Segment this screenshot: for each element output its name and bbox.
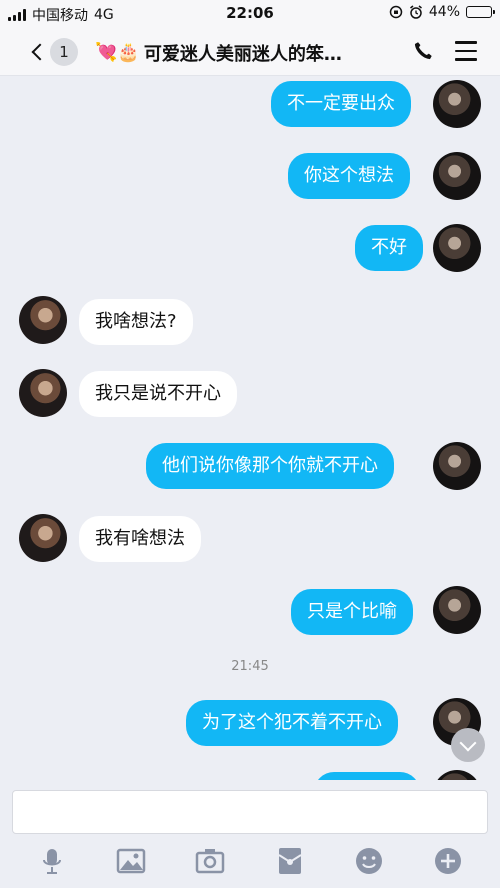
image-icon[interactable] bbox=[116, 846, 146, 876]
contact-avatar[interactable] bbox=[19, 514, 67, 562]
contact-avatar[interactable] bbox=[19, 369, 67, 417]
message-bubble-incoming[interactable]: 我啥想法? bbox=[79, 299, 193, 345]
my-avatar[interactable] bbox=[433, 770, 481, 780]
my-avatar[interactable] bbox=[433, 586, 481, 634]
unread-badge: 1 bbox=[50, 38, 78, 66]
message-bubble-outgoing[interactable]: 你这个想法 bbox=[288, 153, 410, 199]
input-toolbar bbox=[0, 846, 500, 876]
alarm-icon bbox=[409, 5, 422, 19]
phone-call-icon[interactable] bbox=[412, 40, 434, 62]
message-bubble-outgoing[interactable]: 不一定要出众 bbox=[271, 81, 411, 127]
message-bubble-outgoing[interactable]: 为了这个犯不着不开心 bbox=[186, 700, 398, 746]
back-button[interactable]: 1 bbox=[30, 38, 78, 66]
plus-icon[interactable] bbox=[433, 846, 463, 876]
composer bbox=[0, 780, 500, 888]
orientation-lock-icon bbox=[389, 5, 403, 19]
contact-avatar[interactable] bbox=[19, 296, 67, 344]
my-avatar[interactable] bbox=[433, 224, 481, 272]
message-timestamp: 21:45 bbox=[231, 659, 269, 674]
message-bubble-outgoing[interactable]: 不好 bbox=[355, 225, 423, 271]
message-bubble-outgoing[interactable]: 只是个比喻 bbox=[291, 589, 413, 635]
chat-header: 1 💘🎂 可爱迷人美丽迷人的笨… bbox=[0, 28, 500, 76]
chat-title[interactable]: 💘🎂 可爱迷人美丽迷人的笨… bbox=[95, 40, 342, 66]
emoji-icon[interactable] bbox=[354, 846, 384, 876]
chevron-left-icon bbox=[31, 43, 49, 61]
status-bar: 中国移动 4G 22:06 44% bbox=[0, 0, 500, 28]
my-avatar[interactable] bbox=[433, 152, 481, 200]
message-bubble-incoming[interactable]: 我只是说不开心 bbox=[79, 371, 237, 417]
battery-icon bbox=[466, 6, 495, 18]
red-packet-icon[interactable] bbox=[275, 846, 305, 876]
menu-icon[interactable] bbox=[455, 41, 477, 61]
title-emoji-icons: 💘🎂 bbox=[95, 42, 140, 63]
battery-percent: 44% bbox=[428, 4, 460, 20]
message-bubble-outgoing-partial[interactable] bbox=[314, 772, 420, 780]
scroll-to-bottom-button[interactable] bbox=[451, 728, 485, 762]
mic-icon[interactable] bbox=[37, 846, 67, 876]
my-avatar[interactable] bbox=[433, 80, 481, 128]
message-bubble-incoming[interactable]: 我有啥想法 bbox=[79, 516, 201, 562]
chevron-down-icon bbox=[459, 734, 477, 752]
my-avatar[interactable] bbox=[433, 442, 481, 490]
camera-icon[interactable] bbox=[195, 846, 225, 876]
message-list[interactable]: 不一定要出众 你这个想法 不好 我啥想法? 我只是说不开心 他们说你像那个你就不… bbox=[0, 77, 500, 780]
message-input[interactable] bbox=[12, 790, 488, 834]
message-bubble-outgoing[interactable]: 他们说你像那个你就不开心 bbox=[146, 443, 394, 489]
chat-title-text: 可爱迷人美丽迷人的笨… bbox=[143, 44, 342, 65]
